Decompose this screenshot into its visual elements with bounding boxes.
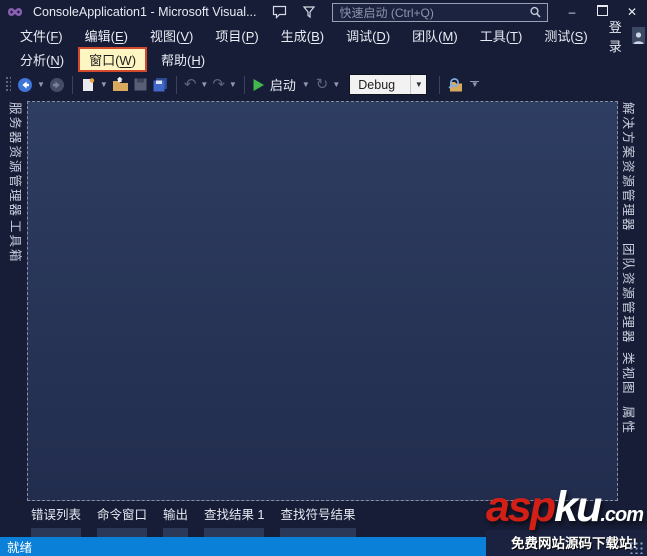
open-file-button[interactable] [110,75,131,94]
right-tab-team-explorer[interactable]: 团队资源管理器 [620,243,639,345]
new-project-icon [82,77,95,91]
menu-analyze[interactable]: 分析(N) [9,47,75,72]
window-title: ConsoleApplication1 - Microsoft Visual..… [33,5,257,19]
redo-icon: ↷ [212,75,225,93]
new-project-dropdown-caret[interactable]: ▼ [100,80,108,89]
resize-grip-icon[interactable] [629,541,645,554]
bottom-tab-find-results-1[interactable]: 查找结果 1 [204,504,265,537]
menu-help[interactable]: 帮助(H) [150,47,216,72]
menu-bar-row1: 文件(F) 编辑(E) 视图(V) 项目(P) 生成(B) 调试(D) 团队(M) 工具(T)… [0,20,647,54]
menu-project[interactable]: 项目(P) [204,23,269,48]
refresh-dropdown-caret[interactable]: ▼ [332,80,340,89]
toolbar-separator [243,75,245,94]
bottom-tab-underline [97,528,148,537]
visual-studio-logo-icon [8,7,22,17]
logo-tld-text: .com [600,504,644,526]
logo-ku-text: ku [554,483,602,531]
bottom-tab-label: 查找符号结果 [280,508,356,522]
navigate-back-button[interactable] [15,75,35,95]
undo-dropdown-caret[interactable]: ▼ [200,80,208,89]
overflow-chevron-icon: ▼ [470,80,479,89]
sign-in-button[interactable]: 登录 [599,14,632,58]
menu-view[interactable]: 视图(V) [139,23,204,48]
toolbar-separator [175,75,177,94]
standard-toolbar: ▼ ▼ ↶ ▼ ↷ ▼ 启动 ▼ ↻ ▼ Debug ▼ ▼ [0,71,647,98]
configuration-value: Debug [358,77,396,92]
save-button[interactable] [131,75,150,94]
bottom-tab-error-list[interactable]: 错误列表 [31,504,82,537]
left-tab-server-explorer[interactable]: 服务器资源管理器 [7,102,26,218]
quick-launch-placeholder: 快速启动 (Ctrl+Q) [339,5,434,20]
navigate-forward-button[interactable] [47,75,67,95]
play-icon [253,78,264,91]
minimize-button[interactable]: – [557,0,587,24]
refresh-icon: ↻ [315,75,329,93]
menu-tools[interactable]: 工具(T) [469,23,534,48]
undo-button[interactable]: ↶ [182,76,199,94]
left-tab-toolbox[interactable]: 工具箱 [7,220,26,264]
bottom-panel-tabs: 错误列表 命令窗口 输出 查找结果 1 查找符号结果 [31,504,356,537]
toolbar-separator [71,75,73,94]
right-tab-properties[interactable]: 属性 [620,406,639,435]
bottom-tab-underline [163,528,189,537]
find-in-files-icon [448,77,463,91]
user-avatar-icon[interactable] [631,27,645,44]
start-debugging-button[interactable]: 启动 ▼ [250,73,314,96]
bottom-tab-output[interactable]: 输出 [163,504,189,537]
toolbar-separator [439,75,441,94]
menu-edit[interactable]: 编辑(E) [74,23,139,48]
save-all-button[interactable] [150,75,171,95]
toolbar-drag-grip[interactable] [5,76,11,93]
new-project-button[interactable] [78,75,98,95]
right-tab-class-view[interactable]: 类视图 [620,352,639,396]
aspku-logo: aspku.com [486,486,644,533]
bottom-tab-label: 命令窗口 [97,508,148,522]
forward-icon [49,77,64,92]
aspku-watermark: aspku.com 免费网站源码下载站! [486,486,647,556]
save-icon [134,78,147,91]
save-all-icon [153,77,167,91]
menu-file[interactable]: 文件(F) [9,23,74,48]
start-button-label: 启动 [269,78,296,93]
configuration-caret-icon: ▼ [410,75,426,94]
redo-dropdown-caret[interactable]: ▼ [229,80,237,89]
logo-asp-text: asp [486,483,556,531]
menu-test[interactable]: 测试(S) [533,23,598,48]
right-tab-solution-explorer[interactable]: 解决方案资源管理器 [620,102,639,233]
toolbar-overflow-button[interactable]: ▼ [470,80,480,89]
bottom-tab-command-window[interactable]: 命令窗口 [97,504,148,537]
menu-window[interactable]: 窗口(W) [78,46,148,72]
notifications-flag-icon[interactable] [302,5,316,19]
bottom-tab-find-symbol-results[interactable]: 查找符号结果 [280,504,356,537]
refresh-button[interactable]: ↻ [314,76,331,94]
back-icon [18,77,32,92]
bottom-tab-label: 查找结果 1 [204,508,265,522]
visual-studio-window: ConsoleApplication1 - Microsoft Visual..… [0,0,647,556]
feedback-icon[interactable] [272,5,287,19]
bottom-tab-underline [280,528,356,537]
undo-icon: ↶ [183,75,197,93]
start-dropdown-caret: ▼ [301,80,310,89]
menu-team[interactable]: 团队(M) [401,23,469,48]
find-in-files-button[interactable] [445,75,466,95]
back-dropdown-caret[interactable]: ▼ [37,80,45,89]
bottom-tab-label: 输出 [163,508,189,522]
menu-build[interactable]: 生成(B) [270,23,335,48]
bottom-tab-label: 错误列表 [31,508,82,522]
menu-bar-row2: 分析(N) 窗口(W) 帮助(H) [0,46,647,72]
watermark-slogan: 免费网站源码下载站! [486,530,647,556]
document-well[interactable] [27,101,618,501]
status-text: 就绪 [7,541,33,555]
menu-debug[interactable]: 调试(D) [335,23,401,48]
quick-launch-search-input[interactable]: 快速启动 (Ctrl+Q) [331,2,548,22]
search-icon [529,6,541,18]
bottom-tab-underline [31,528,82,537]
solution-configuration-dropdown[interactable]: Debug ▼ [349,74,428,95]
redo-button[interactable]: ↷ [210,76,227,94]
open-folder-icon [112,77,128,91]
bottom-tab-underline [204,528,265,537]
title-bar: ConsoleApplication1 - Microsoft Visual..… [0,0,647,24]
